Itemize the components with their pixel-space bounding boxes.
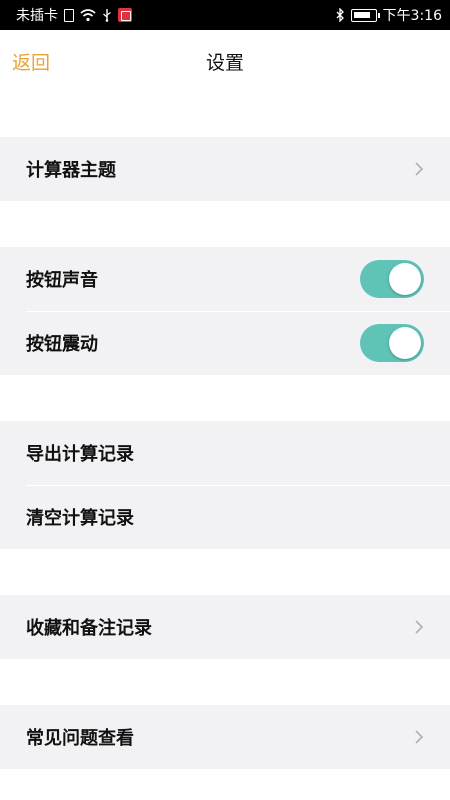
button-sound-toggle[interactable] bbox=[360, 260, 424, 298]
row-label: 导出计算记录 bbox=[26, 444, 134, 465]
row-label: 按钮声音 bbox=[26, 270, 98, 291]
button-vibration-toggle[interactable] bbox=[360, 324, 424, 362]
status-left: 未插卡 bbox=[16, 5, 132, 25]
wifi-icon bbox=[80, 8, 96, 22]
page-title: 设置 bbox=[205, 52, 244, 74]
group-records: 导出计算记录 清空计算记录 bbox=[0, 421, 450, 549]
carrier-text: 未插卡 bbox=[16, 8, 58, 24]
bluetooth-icon bbox=[335, 8, 345, 22]
usb-icon bbox=[102, 8, 112, 22]
screen-record-icon bbox=[118, 8, 132, 22]
row-faq[interactable]: 常见问题查看 bbox=[0, 705, 450, 769]
row-label: 常见问题查看 bbox=[26, 728, 134, 749]
group-feedback: 按钮声音 按钮震动 bbox=[0, 247, 450, 375]
toggle-knob bbox=[389, 263, 421, 295]
nav-bar: 返回 设置 bbox=[0, 30, 450, 94]
row-favorites-notes[interactable]: 收藏和备注记录 bbox=[0, 595, 450, 659]
row-label: 清空计算记录 bbox=[26, 508, 134, 529]
chevron-right-icon bbox=[415, 162, 424, 176]
status-right: 下午3:16 bbox=[335, 5, 442, 25]
battery-icon bbox=[350, 8, 380, 22]
row-label: 收藏和备注记录 bbox=[26, 618, 152, 639]
group-theme: 计算器主题 bbox=[0, 137, 450, 201]
row-export-records[interactable]: 导出计算记录 bbox=[0, 421, 450, 485]
row-clear-records[interactable]: 清空计算记录 bbox=[0, 485, 450, 549]
row-button-sound: 按钮声音 bbox=[0, 247, 450, 311]
row-calculator-theme[interactable]: 计算器主题 bbox=[0, 137, 450, 201]
row-button-vibration: 按钮震动 bbox=[0, 311, 450, 375]
group-faq: 常见问题查看 bbox=[0, 705, 450, 769]
sim-icon bbox=[64, 8, 74, 22]
status-bar: 未插卡 下午3:16 bbox=[0, 0, 450, 30]
chevron-right-icon bbox=[415, 730, 424, 744]
chevron-right-icon bbox=[415, 620, 424, 634]
toggle-knob bbox=[389, 327, 421, 359]
clock-text: 下午3:16 bbox=[382, 8, 442, 24]
battery-fill bbox=[353, 11, 370, 18]
back-button[interactable]: 返回 bbox=[12, 48, 50, 75]
row-label: 按钮震动 bbox=[26, 334, 98, 355]
group-favorites: 收藏和备注记录 bbox=[0, 595, 450, 659]
row-label: 计算器主题 bbox=[26, 160, 116, 181]
